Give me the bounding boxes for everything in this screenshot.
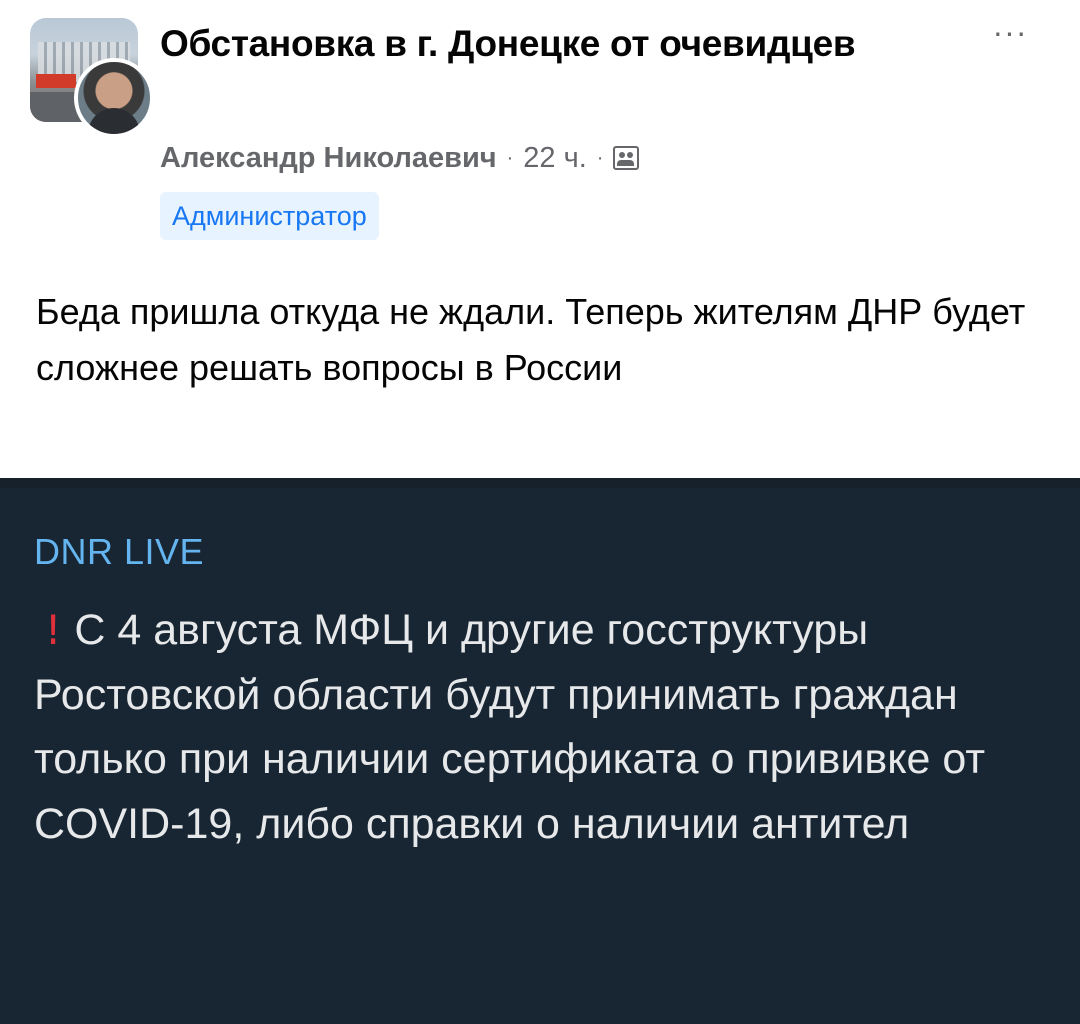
post-time-link[interactable]: 22 ч. (523, 142, 586, 175)
author-avatar-shirt (88, 108, 140, 134)
message-body: С 4 августа МФЦ и другие госструктуры Ро… (34, 606, 986, 848)
telegram-message-card: DNR LIVE ! С 4 августа МФЦ и другие госст… (0, 488, 1080, 1024)
channel-name: DNR LIVE (34, 531, 205, 572)
group-audience-icon[interactable] (613, 146, 640, 170)
admin-role-badge: Администратор (160, 192, 379, 240)
embedded-screenshot[interactable]: DNR LIVE ! С 4 августа МФЦ и другие госст… (0, 478, 1080, 1024)
red-exclamation-icon: ! (48, 606, 59, 654)
post-meta: Александр Николаевич · 22 ч. · (160, 138, 640, 178)
post-text: Беда пришла откуда не ждали. Теперь жите… (36, 291, 1026, 388)
group-name-link[interactable]: Обстановка в г. Донецке от очевидцев (160, 20, 860, 68)
author-name-link[interactable]: Александр Николаевич (160, 142, 497, 175)
group-avatar-sign (36, 74, 76, 88)
message-text: ! С 4 августа МФЦ и другие госструктуры Р… (34, 598, 1054, 856)
more-options-button[interactable]: ··· (985, 16, 1035, 48)
meta-separator: · (596, 146, 604, 169)
author-avatar[interactable] (74, 58, 154, 138)
meta-separator: · (506, 146, 514, 169)
